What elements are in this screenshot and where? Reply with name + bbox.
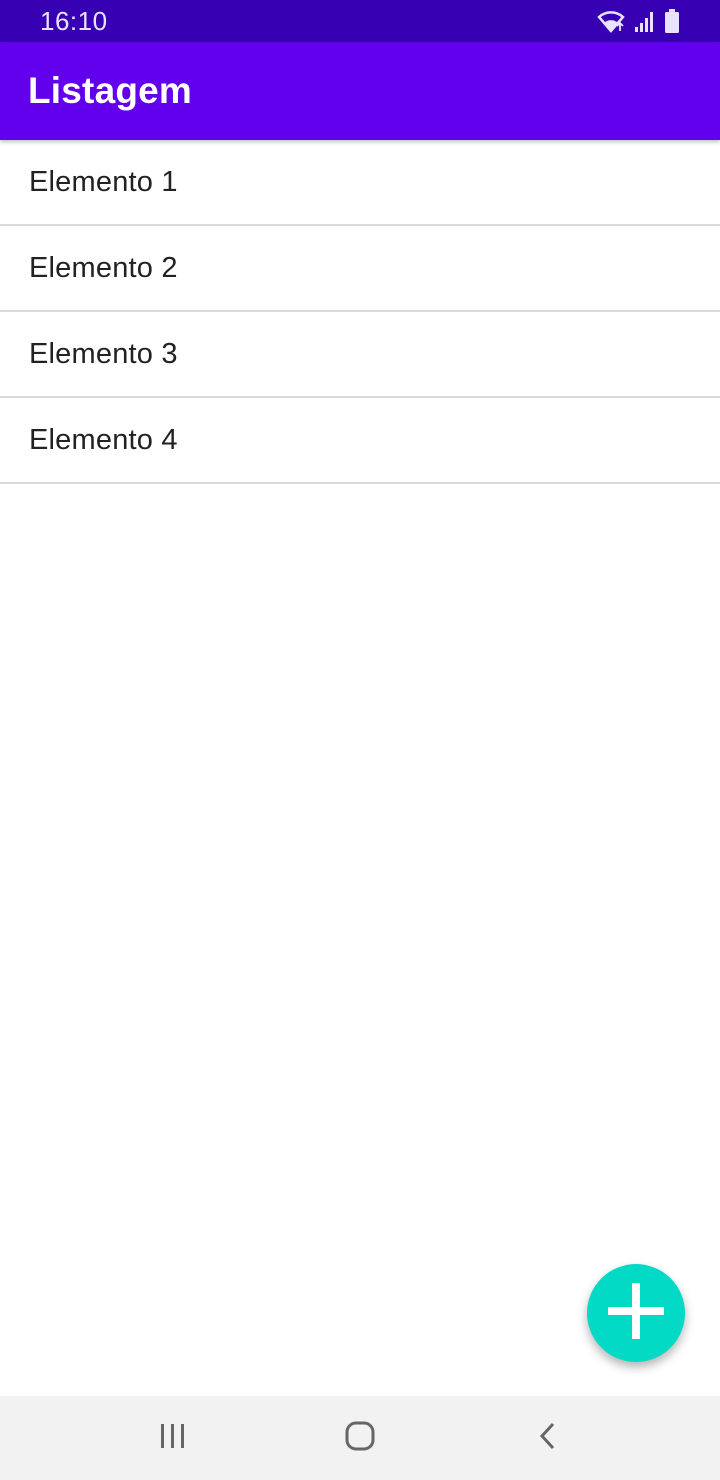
list-item[interactable]: Elemento 2 bbox=[0, 226, 720, 312]
status-bar: 16:10 bbox=[0, 0, 720, 42]
add-button[interactable] bbox=[587, 1264, 685, 1362]
home-icon bbox=[344, 1420, 376, 1457]
home-button[interactable] bbox=[300, 1396, 420, 1480]
app-screen: 16:10 Listagem Elemento 1 Elemento 2 Ele… bbox=[0, 0, 720, 1480]
back-button[interactable] bbox=[488, 1396, 608, 1480]
status-time: 16:10 bbox=[40, 5, 108, 36]
list-item[interactable]: Elemento 4 bbox=[0, 398, 720, 484]
back-icon bbox=[536, 1421, 560, 1456]
list-item-label: Elemento 1 bbox=[29, 165, 178, 198]
recents-icon bbox=[158, 1422, 188, 1455]
battery-icon bbox=[664, 8, 680, 34]
signal-icon bbox=[634, 9, 656, 33]
list-item-label: Elemento 4 bbox=[29, 423, 178, 456]
navigation-bar bbox=[0, 1396, 720, 1480]
list-item-label: Elemento 3 bbox=[29, 337, 178, 370]
list-item-label: Elemento 2 bbox=[29, 251, 178, 284]
recents-button[interactable] bbox=[113, 1396, 233, 1480]
wifi-icon bbox=[596, 9, 626, 33]
plus-icon bbox=[606, 1281, 666, 1346]
status-icons bbox=[596, 8, 680, 34]
app-bar: Listagem bbox=[0, 42, 720, 140]
list-item[interactable]: Elemento 3 bbox=[0, 312, 720, 398]
list-item[interactable]: Elemento 1 bbox=[0, 140, 720, 226]
element-list: Elemento 1 Elemento 2 Elemento 3 Element… bbox=[0, 140, 720, 484]
app-title: Listagem bbox=[28, 70, 193, 111]
